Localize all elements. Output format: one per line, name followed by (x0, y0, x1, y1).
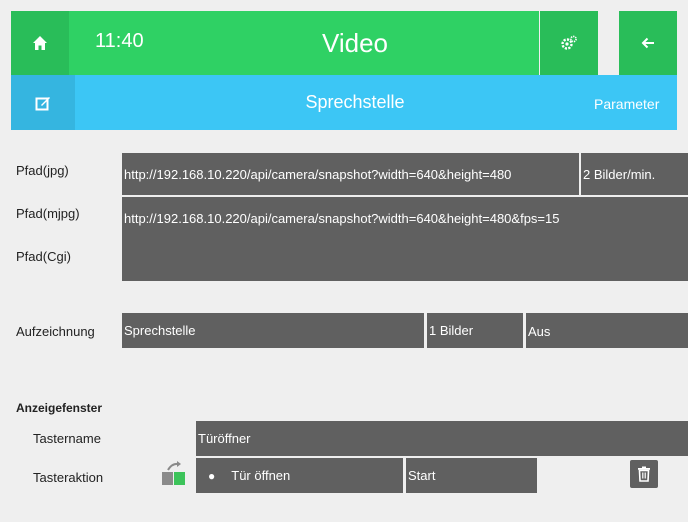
arrow-left-icon (641, 37, 654, 49)
trash-icon (638, 466, 650, 482)
path-cgi-label: Pfad(Cgi) (16, 249, 71, 264)
recording-count-field[interactable]: 1 Bilder (427, 313, 523, 348)
bullet-icon: ● (208, 468, 216, 483)
action-select[interactable]: ● Tür öffnen (196, 458, 403, 493)
recording-name-field[interactable]: Sprechstelle (122, 313, 424, 348)
edit-button[interactable] (11, 75, 75, 130)
door-open-icon[interactable] (160, 458, 188, 488)
action-value: Tür öffnen (231, 468, 291, 483)
settings-button[interactable] (540, 11, 598, 75)
delete-button[interactable] (630, 460, 658, 488)
subheader-title: Sprechstelle (305, 92, 405, 112)
recording-label: Aufzeichnung (16, 324, 95, 339)
home-button[interactable] (11, 11, 69, 75)
back-button[interactable] (619, 11, 677, 75)
clock-time: 11:40 (95, 30, 144, 52)
path-jpg-label: Pfad(jpg) (16, 163, 69, 178)
path-cgi-field[interactable] (122, 239, 688, 281)
recording-state-field[interactable]: Aus (526, 313, 688, 348)
page-title: Video (321, 27, 389, 58)
path-mjpg-label: Pfad(mjpg) (16, 206, 80, 221)
jpg-rate-field[interactable]: 2 Bilder/min. (579, 153, 688, 195)
button-action-label: Tasteraktion (33, 470, 104, 485)
edit-icon (35, 96, 50, 110)
settings-gear-icon (561, 35, 577, 50)
button-name-label: Tastername (33, 431, 101, 446)
home-icon (33, 36, 47, 50)
action-trigger-field[interactable]: Start (406, 458, 537, 493)
path-mjpg-field[interactable]: http://192.168.10.220/api/camera/snapsho… (122, 197, 688, 239)
section-title: Anzeigefenster (16, 401, 103, 415)
button-name-field[interactable]: Türöffner (196, 421, 688, 456)
parameter-link[interactable]: Parameter (594, 96, 659, 112)
path-jpg-field[interactable]: http://192.168.10.220/api/camera/snapsho… (122, 153, 579, 195)
